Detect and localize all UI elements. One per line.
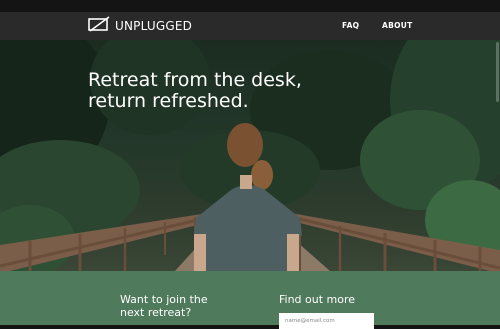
find-out-more-heading: Find out more [279, 293, 356, 306]
browser-top-strip [0, 0, 500, 12]
email-input[interactable] [279, 313, 374, 329]
hero-heading: Retreat from the desk, return refreshed. [88, 69, 302, 112]
page-scrollbar[interactable] [496, 42, 499, 102]
unplugged-logo-icon [88, 16, 110, 36]
nav-faq-link[interactable]: FAQ [342, 21, 359, 30]
brand-logo-link[interactable]: UNPLUGGED [88, 16, 193, 36]
navbar: UNPLUGGED FAQ ABOUT [0, 12, 500, 40]
nav-about-link[interactable]: ABOUT [382, 21, 413, 30]
signup-section: Want to join the next retreat? Find out … [0, 271, 500, 329]
brand-name: UNPLUGGED [115, 19, 193, 33]
hero-section: Retreat from the desk, return refreshed. [0, 40, 500, 271]
join-retreat-heading: Want to join the next retreat? [120, 293, 208, 319]
